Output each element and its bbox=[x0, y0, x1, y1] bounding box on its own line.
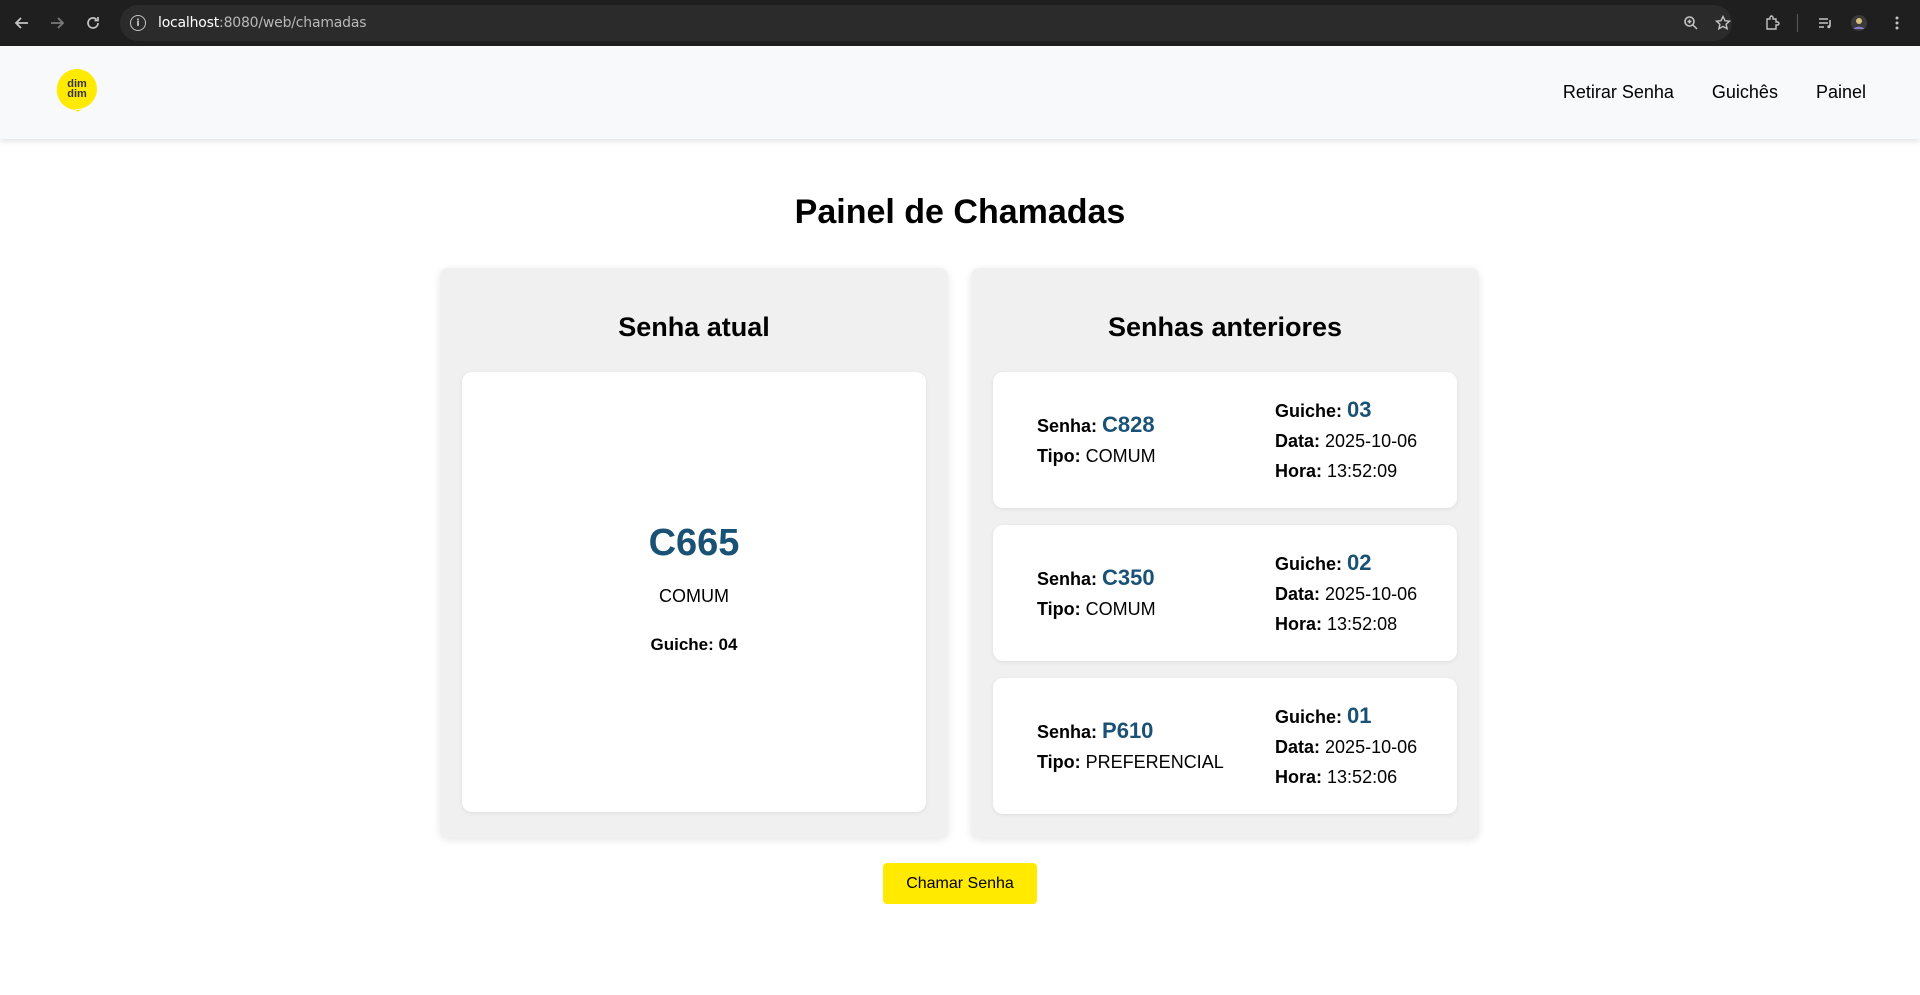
ticket-type: COMUM bbox=[1085, 446, 1156, 466]
bookmark-star-icon[interactable] bbox=[1711, 11, 1735, 35]
guiche-value: 04 bbox=[718, 635, 738, 654]
ticket-type: PREFERENCIAL bbox=[1085, 752, 1224, 772]
current-ticket-guiche: Guiche: 04 bbox=[462, 635, 926, 655]
guiche-label: Guiche: bbox=[1275, 707, 1343, 727]
nav-link-guiches[interactable]: Guichês bbox=[1712, 82, 1778, 103]
address-bar[interactable]: i localhost:8080/web/chamadas bbox=[120, 5, 1732, 41]
call-ticket-button[interactable]: Chamar Senha bbox=[883, 863, 1037, 904]
extensions-icon[interactable] bbox=[1760, 11, 1784, 35]
senha-label: Senha: bbox=[1037, 416, 1098, 436]
url-text: localhost:8080/web/chamadas bbox=[158, 15, 367, 31]
ticket-info-left: Senha: C828 Tipo: COMUM bbox=[1037, 410, 1156, 471]
current-ticket-type: COMUM bbox=[659, 586, 729, 606]
nav-link-painel[interactable]: Painel bbox=[1816, 82, 1866, 103]
browser-toolbar: i localhost:8080/web/chamadas bbox=[0, 0, 1920, 46]
ticket-type: COMUM bbox=[1085, 599, 1156, 619]
site-info-icon[interactable]: i bbox=[130, 15, 146, 31]
previous-ticket-card: Senha: P610 Tipo: PREFERENCIAL Guiche: 0… bbox=[993, 678, 1457, 814]
ticket-info-right: Guiche: 03 Data: 2025-10-06 Hora: 13:52:… bbox=[1275, 395, 1417, 486]
current-ticket-panel: Senha atual C665 COMUM Guiche: 04 bbox=[440, 268, 948, 838]
page-title: Painel de Chamadas bbox=[794, 193, 1126, 231]
profile-avatar-icon[interactable] bbox=[1847, 11, 1871, 35]
ticket-date: 2025-10-06 bbox=[1325, 584, 1418, 604]
previous-ticket-card: Senha: C828 Tipo: COMUM Guiche: 03 Data:… bbox=[993, 372, 1457, 508]
current-ticket-heading: Senha atual bbox=[618, 312, 770, 342]
hora-label: Hora: bbox=[1275, 461, 1323, 481]
menu-kebab-icon[interactable] bbox=[1885, 11, 1909, 35]
tipo-label: Tipo: bbox=[1037, 446, 1081, 466]
data-label: Data: bbox=[1275, 737, 1321, 757]
toolbar-separator bbox=[1797, 14, 1798, 32]
ticket-time: 13:52:08 bbox=[1327, 614, 1398, 634]
ticket-date: 2025-10-06 bbox=[1325, 737, 1418, 757]
app-navbar: dim dim Retirar Senha Guichês Painel bbox=[0, 46, 1920, 139]
ticket-code: P610 bbox=[1102, 718, 1154, 743]
ticket-info-left: Senha: C350 Tipo: COMUM bbox=[1037, 563, 1156, 624]
data-label: Data: bbox=[1275, 431, 1321, 451]
ticket-info-left: Senha: P610 Tipo: PREFERENCIAL bbox=[1037, 716, 1224, 777]
svg-text:dim: dim bbox=[67, 88, 87, 100]
ticket-info-right: Guiche: 01 Data: 2025-10-06 Hora: 13:52:… bbox=[1275, 701, 1417, 792]
current-ticket-code: C665 bbox=[648, 522, 740, 564]
media-control-icon[interactable] bbox=[1813, 11, 1837, 35]
previous-tickets-panel: Senhas anteriores Senha: C828 Tipo: COMU… bbox=[971, 268, 1479, 838]
hora-label: Hora: bbox=[1275, 614, 1323, 634]
back-arrow-icon[interactable] bbox=[10, 11, 34, 35]
ticket-info-right: Guiche: 02 Data: 2025-10-06 Hora: 13:52:… bbox=[1275, 548, 1417, 639]
ticket-code: C828 bbox=[1102, 412, 1155, 437]
guiche-label: Guiche: bbox=[1275, 554, 1343, 574]
guiche-label: Guiche: bbox=[650, 635, 714, 654]
senha-label: Senha: bbox=[1037, 722, 1098, 742]
reload-icon[interactable] bbox=[81, 11, 105, 35]
dimdim-logo[interactable]: dim dim bbox=[55, 68, 99, 112]
ticket-guiche: 03 bbox=[1347, 397, 1372, 422]
ticket-code: C350 bbox=[1102, 565, 1155, 590]
previous-ticket-card: Senha: C350 Tipo: COMUM Guiche: 02 Data:… bbox=[993, 525, 1457, 661]
current-ticket-card: C665 COMUM Guiche: 04 bbox=[462, 372, 926, 812]
ticket-guiche: 02 bbox=[1347, 550, 1372, 575]
guiche-label: Guiche: bbox=[1275, 401, 1343, 421]
senha-label: Senha: bbox=[1037, 569, 1098, 589]
data-label: Data: bbox=[1275, 584, 1321, 604]
ticket-time: 13:52:09 bbox=[1327, 461, 1398, 481]
hora-label: Hora: bbox=[1275, 767, 1323, 787]
tipo-label: Tipo: bbox=[1037, 599, 1081, 619]
ticket-guiche: 01 bbox=[1347, 703, 1372, 728]
tipo-label: Tipo: bbox=[1037, 752, 1081, 772]
forward-arrow-icon[interactable] bbox=[45, 11, 69, 35]
ticket-date: 2025-10-06 bbox=[1325, 431, 1418, 451]
previous-tickets-heading: Senhas anteriores bbox=[1107, 312, 1343, 342]
nav-link-retirar-senha[interactable]: Retirar Senha bbox=[1563, 82, 1674, 103]
ticket-time: 13:52:06 bbox=[1327, 767, 1398, 787]
zoom-icon[interactable] bbox=[1679, 11, 1703, 35]
nav-links: Retirar Senha Guichês Painel bbox=[1563, 46, 1866, 139]
